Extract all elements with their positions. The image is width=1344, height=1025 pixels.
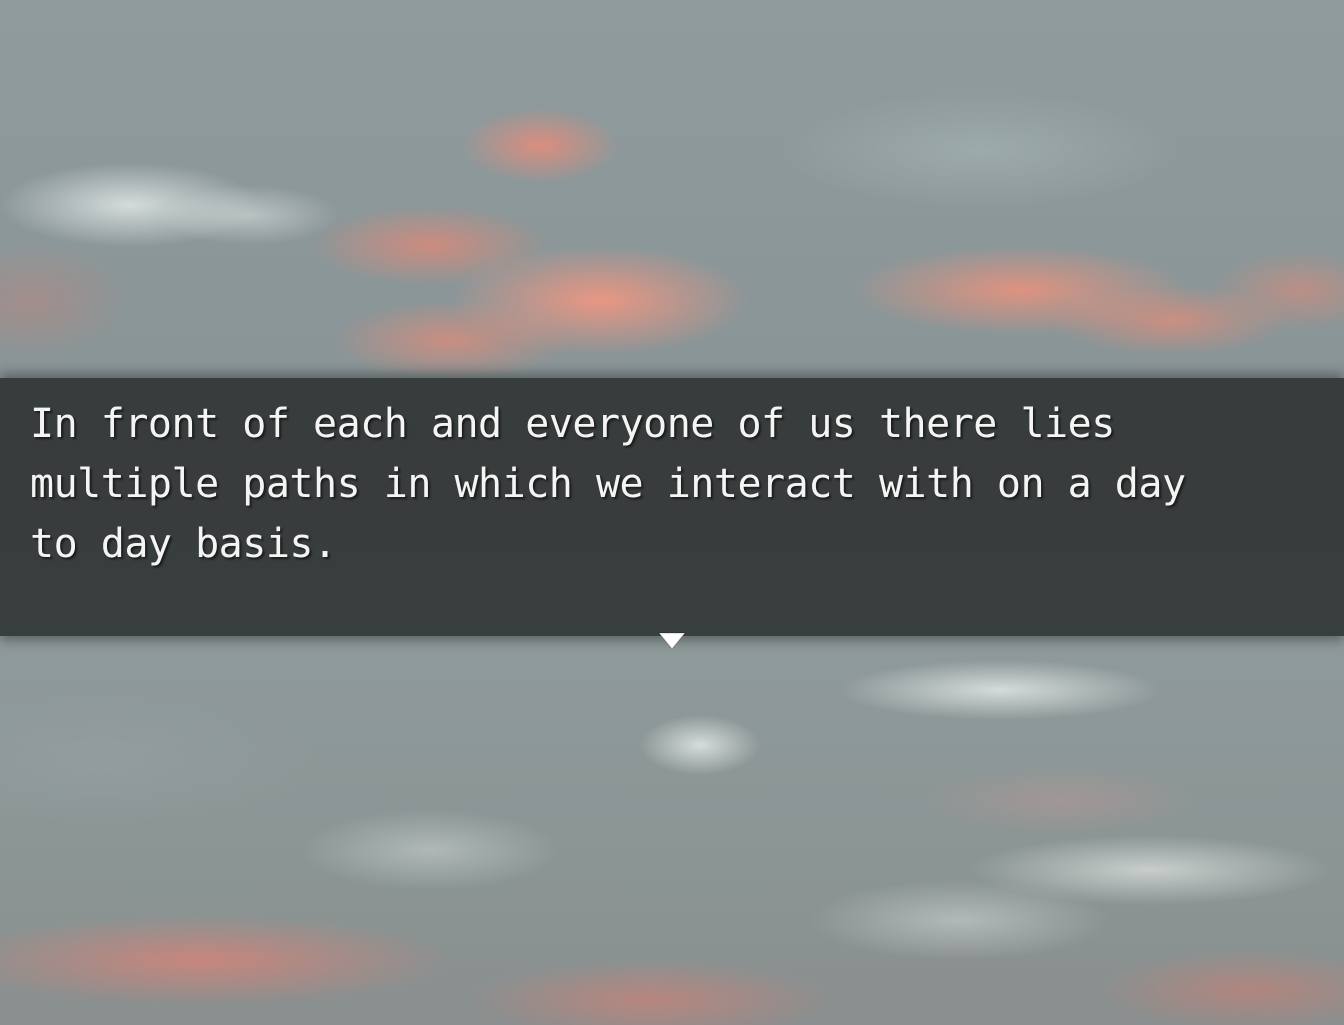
dialog-text: In front of each and everyone of us ther…	[30, 394, 1310, 574]
dialog-line: In front of each and everyone of us ther…	[30, 401, 1115, 447]
cloudy-sky-background: In front of each and everyone of us ther…	[0, 0, 1344, 1025]
dialog-line: multiple paths in which we interact with…	[30, 461, 1186, 507]
dialog-line: to day basis.	[30, 521, 337, 567]
down-triangle-icon[interactable]	[657, 631, 687, 651]
